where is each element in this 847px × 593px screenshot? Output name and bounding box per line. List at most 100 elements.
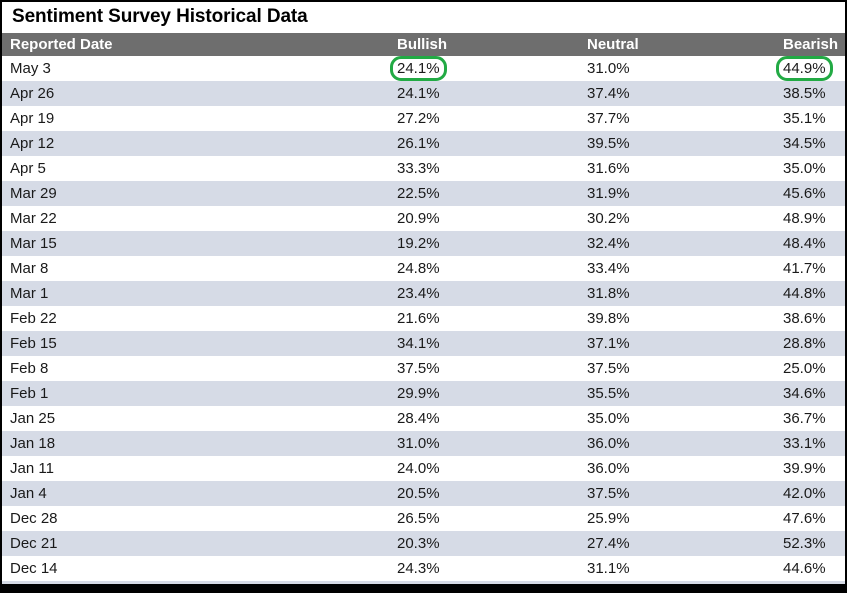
cell-bullish[interactable]: 24.1% [388,55,577,81]
cell-date[interactable]: Feb 8 [2,355,388,381]
cell-neutral[interactable]: 27.4% [577,530,774,556]
cell-date[interactable]: Jan 18 [2,430,388,456]
column-header-reported-date[interactable]: Reported Date [2,33,388,56]
cell-neutral[interactable]: 31.1% [577,555,774,581]
table-row[interactable]: Feb 22 21.6% 39.8% 38.6% [2,305,845,331]
table-row[interactable]: Mar 8 24.8% 33.4% 41.7% [2,255,845,281]
table-row[interactable]: Feb 15 34.1% 37.1% 28.8% [2,330,845,356]
cell-bearish[interactable]: 25.0% [774,355,845,381]
table-row[interactable]: Mar 15 19.2% 32.4% 48.4% [2,230,845,256]
cell-bullish[interactable]: 29.9% [388,380,577,406]
cell-bullish[interactable]: 22.5% [388,180,577,206]
cell-bearish[interactable]: 47.6% [774,505,845,531]
cell-neutral[interactable]: 36.0% [577,455,774,481]
table-row[interactable]: Mar 1 23.4% 31.8% 44.8% [2,280,845,306]
cell-bearish[interactable]: 34.6% [774,380,845,406]
cell-bullish[interactable]: 26.1% [388,130,577,156]
table-row[interactable]: Feb 8 37.5% 37.5% 25.0% [2,355,845,381]
table-row[interactable]: Dec 21 20.3% 27.4% 52.3% [2,530,845,556]
table-row[interactable]: Dec 14 24.3% 31.1% 44.6% [2,555,845,581]
cell-date[interactable]: Mar 15 [2,230,388,256]
cell-bullish[interactable]: 37.5% [388,355,577,381]
cell-bearish[interactable]: 33.1% [774,430,845,456]
cell-neutral[interactable]: 39.5% [577,130,774,156]
cell-bullish[interactable]: 24.3% [388,555,577,581]
cell-bullish[interactable]: 20.9% [388,205,577,231]
cell-neutral[interactable]: 37.5% [577,480,774,506]
table-row[interactable]: Apr 19 27.2% 37.7% 35.1% [2,105,845,131]
cell-date[interactable]: Jan 11 [2,455,388,481]
cell-bearish[interactable]: 34.5% [774,130,845,156]
cell-bullish[interactable]: 24.1% [388,80,577,106]
cell-date[interactable]: Dec 28 [2,505,388,531]
table-row[interactable]: Mar 29 22.5% 31.9% 45.6% [2,180,845,206]
cell-bullish[interactable]: 24.0% [388,455,577,481]
cell-date[interactable]: Mar 29 [2,180,388,206]
cell-neutral[interactable]: 31.0% [577,56,774,81]
cell-bearish[interactable]: 44.9% [774,55,845,81]
cell-date[interactable]: Dec 21 [2,530,388,556]
cell-bullish[interactable]: 26.5% [388,505,577,531]
cell-date[interactable]: Apr 26 [2,80,388,106]
table-row[interactable]: Dec 7 24.7% 33.5% 41.8% [2,580,845,584]
cell-neutral[interactable]: 35.0% [577,405,774,431]
cell-bullish[interactable]: 24.7% [388,580,577,584]
cell-bullish[interactable]: 27.2% [388,105,577,131]
column-header-bearish[interactable]: Bearish [774,33,845,56]
cell-bullish[interactable]: 20.5% [388,480,577,506]
table-row[interactable]: Dec 28 26.5% 25.9% 47.6% [2,505,845,531]
cell-date[interactable]: Feb 15 [2,330,388,356]
table-row[interactable]: Feb 1 29.9% 35.5% 34.6% [2,380,845,406]
table-row[interactable]: Jan 4 20.5% 37.5% 42.0% [2,480,845,506]
cell-date[interactable]: Mar 1 [2,280,388,306]
cell-date[interactable]: Feb 1 [2,380,388,406]
cell-date[interactable]: Dec 7 [2,580,388,584]
column-header-bullish[interactable]: Bullish [388,33,577,56]
column-header-neutral[interactable]: Neutral [577,33,774,56]
cell-date[interactable]: May 3 [2,56,388,81]
cell-neutral[interactable]: 37.5% [577,355,774,381]
cell-bearish[interactable]: 41.8% [774,580,845,584]
cell-bearish[interactable]: 28.8% [774,330,845,356]
cell-date[interactable]: Dec 14 [2,555,388,581]
cell-neutral[interactable]: 39.8% [577,305,774,331]
cell-bearish[interactable]: 35.0% [774,155,845,181]
cell-bullish[interactable]: 24.8% [388,255,577,281]
cell-neutral[interactable]: 31.6% [577,155,774,181]
cell-date[interactable]: Jan 4 [2,480,388,506]
table-row[interactable]: May 3 24.1% 31.0% 44.9% [2,55,845,81]
table-row[interactable]: Jan 25 28.4% 35.0% 36.7% [2,405,845,431]
cell-bearish[interactable]: 39.9% [774,455,845,481]
cell-neutral[interactable]: 36.0% [577,430,774,456]
cell-bullish[interactable]: 19.2% [388,230,577,256]
cell-bullish[interactable]: 21.6% [388,305,577,331]
cell-neutral[interactable]: 32.4% [577,230,774,256]
cell-bearish[interactable]: 42.0% [774,480,845,506]
cell-neutral[interactable]: 37.1% [577,330,774,356]
cell-bearish[interactable]: 48.9% [774,205,845,231]
cell-bullish[interactable]: 28.4% [388,405,577,431]
cell-bearish[interactable]: 52.3% [774,530,845,556]
cell-date[interactable]: Apr 12 [2,130,388,156]
cell-bearish[interactable]: 48.4% [774,230,845,256]
cell-bearish[interactable]: 44.8% [774,280,845,306]
cell-bullish[interactable]: 20.3% [388,530,577,556]
cell-bearish[interactable]: 36.7% [774,405,845,431]
cell-bullish[interactable]: 31.0% [388,430,577,456]
cell-neutral[interactable]: 31.8% [577,280,774,306]
cell-neutral[interactable]: 33.5% [577,580,774,584]
cell-neutral[interactable]: 30.2% [577,205,774,231]
cell-neutral[interactable]: 31.9% [577,180,774,206]
cell-neutral[interactable]: 25.9% [577,505,774,531]
cell-bearish[interactable]: 35.1% [774,105,845,131]
cell-neutral[interactable]: 37.7% [577,105,774,131]
cell-bearish[interactable]: 38.6% [774,305,845,331]
table-row[interactable]: Apr 5 33.3% 31.6% 35.0% [2,155,845,181]
table-row[interactable]: Apr 12 26.1% 39.5% 34.5% [2,130,845,156]
cell-bearish[interactable]: 41.7% [774,255,845,281]
cell-date[interactable]: Mar 8 [2,255,388,281]
table-row[interactable]: Jan 18 31.0% 36.0% 33.1% [2,430,845,456]
cell-date[interactable]: Feb 22 [2,305,388,331]
cell-bullish[interactable]: 33.3% [388,155,577,181]
cell-bearish[interactable]: 44.6% [774,555,845,581]
